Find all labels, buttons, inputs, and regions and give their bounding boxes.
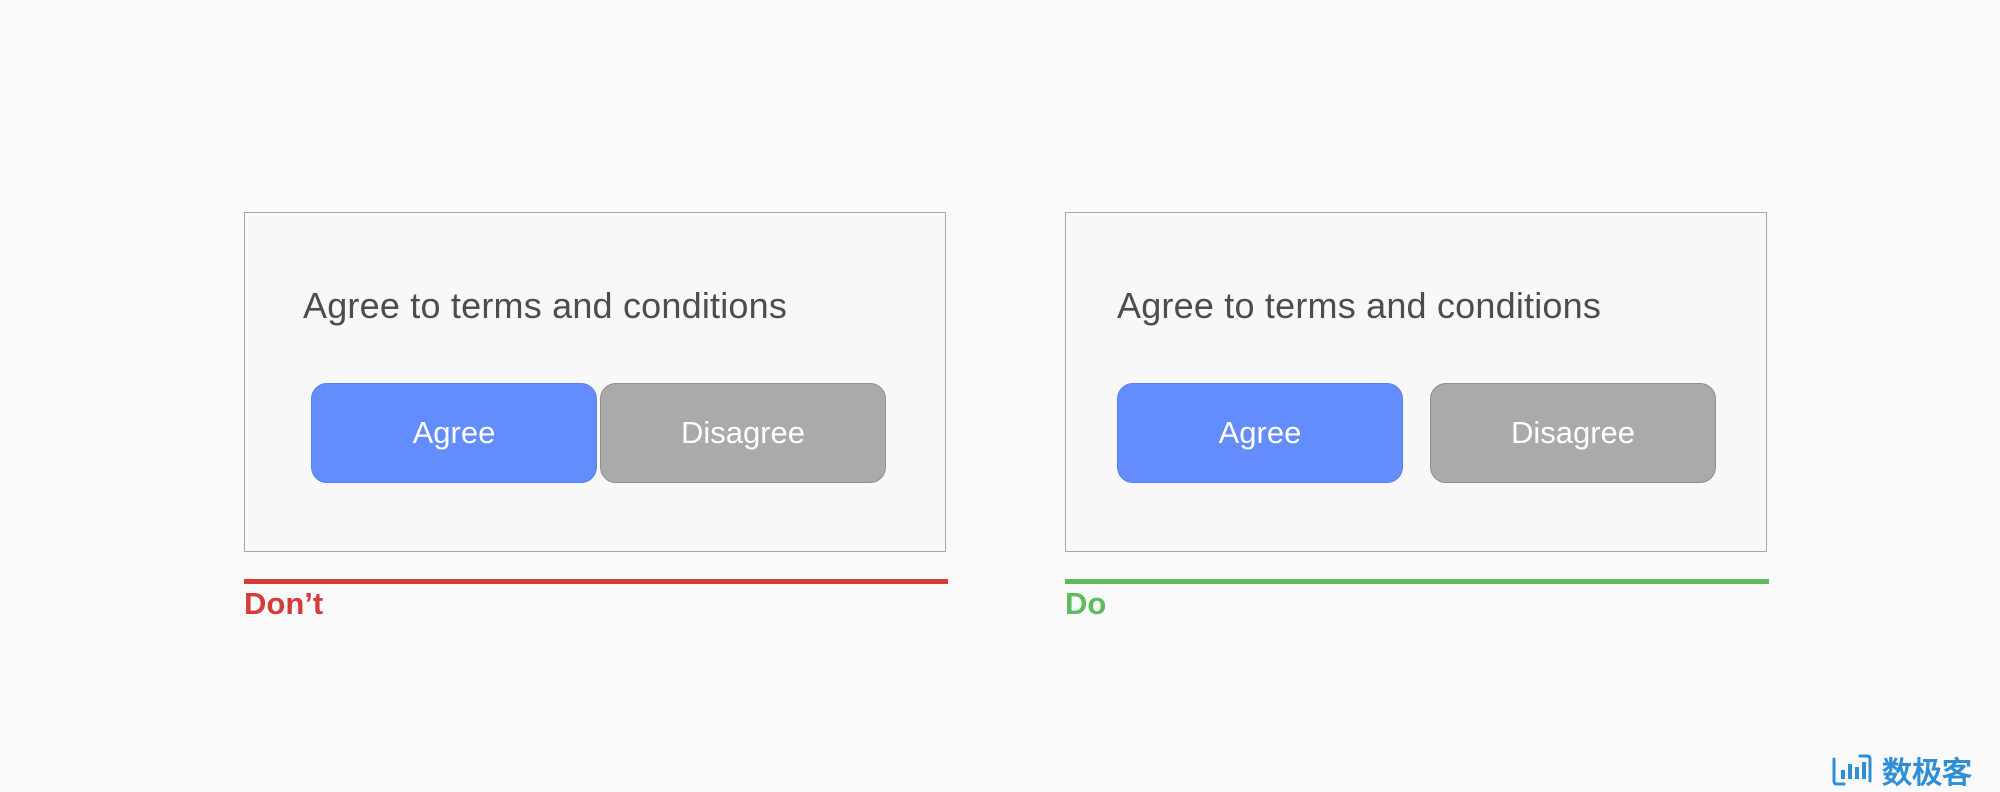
do-divider-line [1065, 579, 1769, 584]
dont-divider-line [244, 579, 948, 584]
watermark-text: 数极客 [1882, 756, 1972, 791]
dialog-prompt: Agree to terms and conditions [1117, 285, 1602, 326]
disagree-button[interactable]: Disagree [1430, 383, 1716, 483]
dialog-card-dont: Agree to terms and conditions Agree Disa… [244, 212, 946, 552]
agree-button[interactable]: Agree [311, 383, 597, 483]
do-label: Do [1065, 586, 1107, 621]
dialog-prompt: Agree to terms and conditions [303, 285, 788, 326]
agree-button[interactable]: Agree [1117, 383, 1403, 483]
dont-label: Don’t [244, 586, 324, 621]
bar-chart-logo-icon [1832, 754, 1872, 786]
watermark-logo: 数极客 [1830, 752, 1972, 791]
disagree-button[interactable]: Disagree [600, 383, 886, 483]
dialog-card-do: Agree to terms and conditions Agree Disa… [1065, 212, 1767, 552]
